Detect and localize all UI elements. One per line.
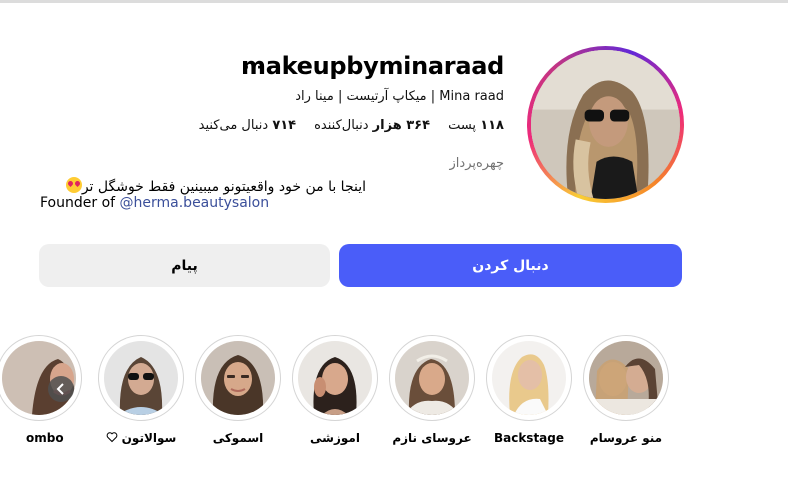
posts-label: پست bbox=[448, 118, 477, 133]
followers-label: دنبال‌کننده bbox=[314, 118, 369, 133]
followers-count: ۳۶۴ هزار bbox=[372, 118, 431, 133]
top-border bbox=[0, 0, 788, 3]
message-button[interactable]: پیام bbox=[39, 244, 330, 287]
following-count: ۷۱۴ bbox=[272, 118, 297, 133]
highlight-item[interactable]: سوالاتون bbox=[98, 335, 184, 447]
followers-stat[interactable]: ۳۶۴ هزار دنبال‌کننده bbox=[314, 118, 430, 133]
username: makeupbyminaraad bbox=[240, 52, 504, 80]
avatar-photo bbox=[531, 50, 680, 199]
highlight-cover bbox=[298, 341, 372, 415]
follow-button[interactable]: دنبال کردن bbox=[339, 244, 682, 287]
more-horizontal-icon[interactable]: ··· bbox=[244, 60, 263, 76]
bio-text: اینجا با من خود واقعیتونو میبینین فقط خو… bbox=[81, 179, 366, 195]
bio-line-1: اینجا با من خود واقعیتونو میبینین فقط خو… bbox=[64, 177, 366, 195]
category-label: چهره‌پرداز bbox=[449, 156, 504, 171]
full-name: Mina raad | میکاپ آرتیست | مینا راد bbox=[295, 89, 504, 104]
highlights-prev-button[interactable] bbox=[48, 376, 74, 402]
highlight-item[interactable]: اموزشی bbox=[292, 335, 378, 447]
bio-line-2: Founder of @herma.beautysalon bbox=[40, 195, 269, 211]
heart-icon bbox=[106, 432, 117, 443]
bio-founder-text: Founder of bbox=[40, 195, 120, 211]
profile-avatar[interactable] bbox=[527, 46, 684, 203]
highlight-item[interactable]: عروسای نازم bbox=[389, 335, 475, 447]
highlight-label: سوالاتون bbox=[78, 431, 204, 445]
following-label: دنبال می‌کنید bbox=[198, 118, 269, 133]
highlight-item[interactable]: اسموکی bbox=[195, 335, 281, 447]
highlight-cover bbox=[201, 341, 275, 415]
highlight-label-text: سوالاتون bbox=[121, 431, 177, 445]
highlight-item[interactable]: Backstage bbox=[486, 335, 572, 447]
posts-stat[interactable]: ۱۱۸ پست bbox=[448, 118, 504, 133]
chevron-left-icon bbox=[56, 383, 64, 395]
highlight-cover bbox=[395, 341, 469, 415]
highlight-cover bbox=[104, 341, 178, 415]
profile-stats: ۱۱۸ پست ۳۶۴ هزار دنبال‌کننده ۷۱۴ دنبال م… bbox=[199, 118, 504, 133]
highlight-cover bbox=[492, 341, 566, 415]
highlight-cover bbox=[589, 341, 663, 415]
bio-mention-link[interactable]: @herma.beautysalon bbox=[120, 195, 270, 211]
posts-count: ۱۱۸ bbox=[480, 118, 504, 133]
highlight-label: ombo bbox=[26, 431, 64, 445]
heart-eyes-emoji-icon bbox=[65, 177, 82, 193]
highlight-item[interactable]: منو عروسام bbox=[583, 335, 669, 447]
following-stat[interactable]: ۷۱۴ دنبال می‌کنید bbox=[199, 118, 296, 133]
